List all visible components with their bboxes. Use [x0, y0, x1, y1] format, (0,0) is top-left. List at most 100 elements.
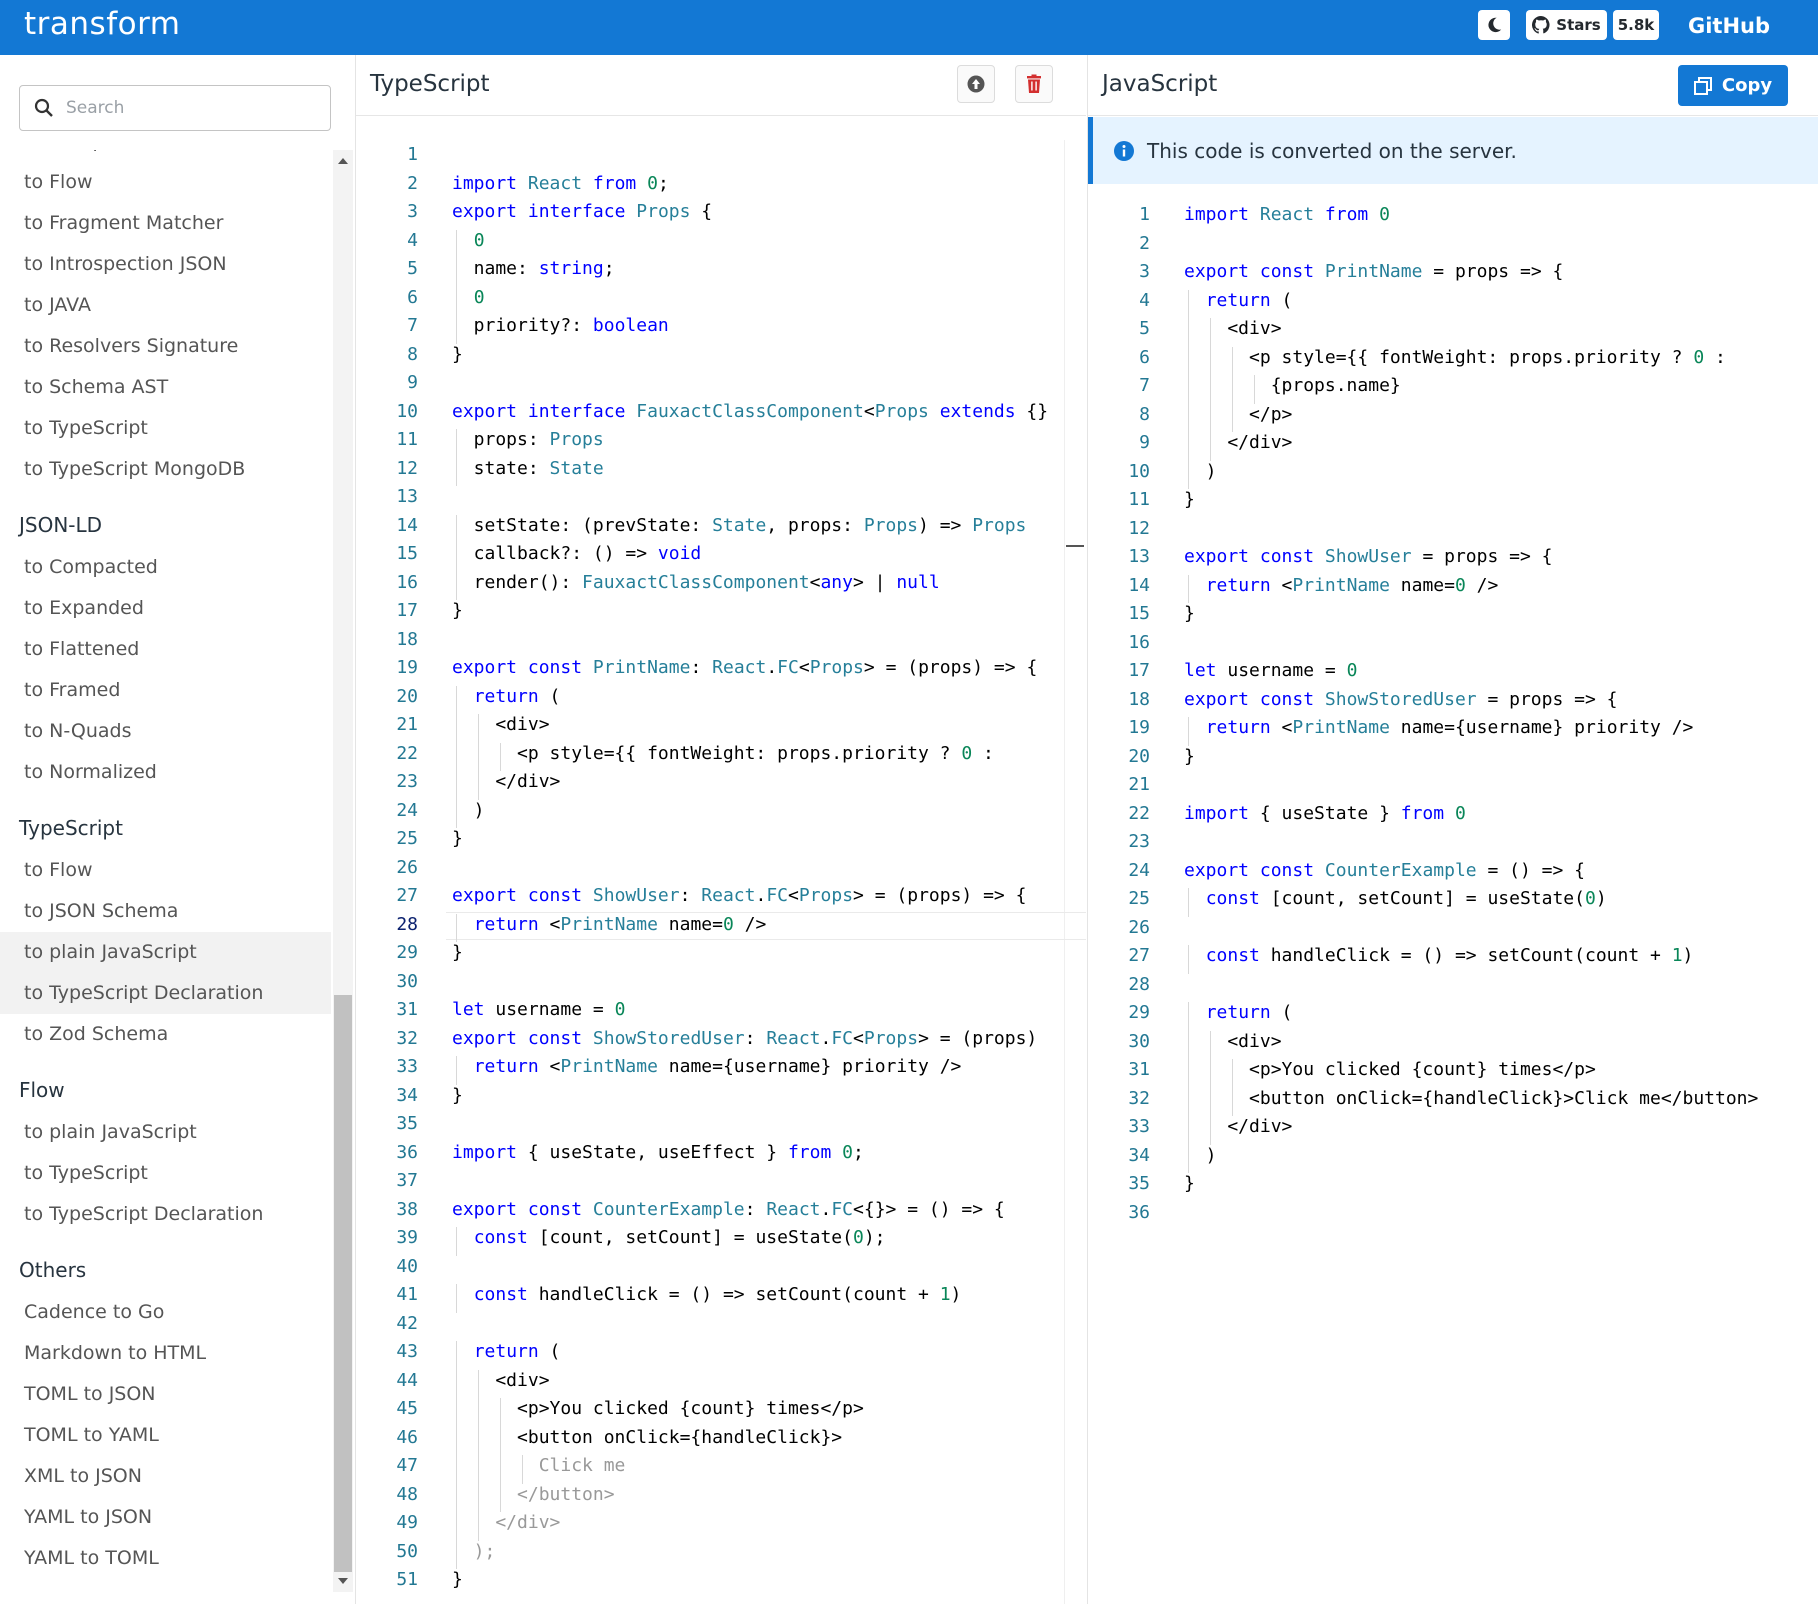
- code-line: <p style={{ fontWeight: props.priority ?…: [452, 743, 994, 764]
- line-number: 21: [356, 714, 418, 735]
- sidebar-item[interactable]: to N-Quads: [0, 711, 331, 752]
- code-line: const [count, setCount] = useState(0);: [452, 1227, 886, 1248]
- code-line: const [count, setCount] = useState(0): [1184, 888, 1607, 909]
- sidebar-item[interactable]: to Schema AST: [0, 367, 331, 408]
- line-number: 51: [356, 1569, 418, 1590]
- code-line: }: [1184, 603, 1195, 624]
- scroll-up-icon[interactable]: [333, 154, 353, 168]
- sidebar-item[interactable]: Cadence to Go: [0, 1292, 331, 1333]
- sidebar-item[interactable]: to Fragment Matcher: [0, 203, 331, 244]
- code-line: <p style={{ fontWeight: props.priority ?…: [1184, 347, 1726, 368]
- line-number: 9: [1088, 432, 1150, 453]
- line-number: 10: [356, 401, 418, 422]
- sidebar-nav: to Components to Flow to Fragment Matche…: [0, 150, 331, 1592]
- sidebar-group-title: TypeScript: [0, 793, 331, 850]
- line-number: 3: [356, 201, 418, 222]
- clear-button[interactable]: [1015, 65, 1053, 103]
- sidebar-item[interactable]: to TypeScript: [0, 1153, 331, 1194]
- code-line: </button>: [452, 1484, 615, 1505]
- sidebar-item[interactable]: YAML to JSON: [0, 1497, 331, 1538]
- sidebar-item[interactable]: to Zod Schema: [0, 1014, 331, 1055]
- sidebar-item[interactable]: to TypeScript: [0, 408, 331, 449]
- sidebar-item[interactable]: to Expanded: [0, 588, 331, 629]
- sidebar-item[interactable]: to TypeScript Declaration: [0, 1194, 331, 1235]
- scroll-down-icon[interactable]: [333, 1574, 353, 1588]
- indent-guide: [456, 1284, 457, 1313]
- sidebar-item[interactable]: to Resolvers Signature: [0, 326, 331, 367]
- sidebar-item[interactable]: TOML to JSON: [0, 1374, 331, 1415]
- sidebar-item[interactable]: YAML to TOML: [0, 1538, 331, 1579]
- line-number: 14: [356, 515, 418, 536]
- code-line: </div>: [452, 771, 560, 792]
- sidebar-item[interactable]: to plain JavaScript: [0, 1112, 331, 1153]
- sidebar-item[interactable]: to Normalized: [0, 752, 331, 793]
- line-number: 14: [1088, 575, 1150, 596]
- code-line: return (: [1184, 1002, 1292, 1023]
- copy-button[interactable]: Copy: [1678, 65, 1788, 106]
- search-input[interactable]: Search: [19, 85, 331, 131]
- indent-guide: [500, 1455, 501, 1484]
- app-logo[interactable]: transform: [24, 6, 180, 42]
- sidebar-item[interactable]: TOML to YAML: [0, 1415, 331, 1456]
- notice-text: This code is converted on the server.: [1147, 139, 1517, 163]
- code-line: let username = 0: [1184, 660, 1357, 681]
- indent-guide: [1188, 1088, 1189, 1117]
- code-line: }: [452, 600, 463, 621]
- copy-label: Copy: [1722, 75, 1772, 96]
- typescript-editor[interactable]: 1 2 import React from 0; 3 export interfac…: [356, 140, 1086, 1604]
- code-line: priority?: boolean: [452, 315, 669, 336]
- stars-count-badge[interactable]: 5.8k: [1613, 10, 1659, 40]
- sidebar-item-hover[interactable]: to TypeScript Declaration: [0, 973, 331, 1014]
- code-line: export const ShowStoredUser = props => {: [1184, 689, 1618, 710]
- code-line: state: State: [452, 458, 604, 479]
- line-number: 3: [1088, 261, 1150, 282]
- line-number: 31: [1088, 1059, 1150, 1080]
- line-number: 27: [1088, 945, 1150, 966]
- indent-guide: [478, 1512, 479, 1541]
- code-line: return <PrintName name={username} priori…: [452, 1056, 961, 1077]
- indent-guide: [1188, 1031, 1189, 1060]
- indent-guide: [456, 1370, 457, 1399]
- line-number: 22: [1088, 803, 1150, 824]
- scrollbar-thumb[interactable]: [334, 995, 352, 1572]
- indent-guide: [1188, 945, 1189, 974]
- line-number: 26: [1088, 917, 1150, 938]
- sidebar-item[interactable]: Markdown to HTML: [0, 1333, 331, 1374]
- indent-guide: [500, 1427, 501, 1456]
- line-number: 8: [356, 344, 418, 365]
- indent-guide: [1188, 1145, 1189, 1174]
- line-number: 15: [356, 543, 418, 564]
- javascript-output-editor[interactable]: 1 import React from 0 2 3 export const Pri…: [1088, 200, 1818, 1604]
- sidebar-item[interactable]: to Framed: [0, 670, 331, 711]
- code-line: export interface FauxactClassComponent<P…: [452, 401, 1048, 422]
- sidebar-item[interactable]: to Flow: [0, 162, 331, 203]
- sidebar-item[interactable]: to Components: [0, 150, 331, 162]
- line-number: 7: [356, 315, 418, 336]
- dark-mode-button[interactable]: [1478, 10, 1510, 40]
- typescript-pane: TypeScript 1 2 import React from 0; 3 expo…: [356, 55, 1086, 1604]
- line-number: 18: [1088, 689, 1150, 710]
- github-link[interactable]: GitHub: [1688, 14, 1770, 38]
- sidebar-item-active[interactable]: to plain JavaScript: [0, 932, 331, 973]
- sidebar-item[interactable]: to Introspection JSON: [0, 244, 331, 285]
- sidebar-item[interactable]: to Flattened: [0, 629, 331, 670]
- sidebar-scrollbar[interactable]: [333, 150, 353, 1592]
- indent-guide: [456, 1227, 457, 1256]
- indent-guide: [456, 686, 457, 715]
- sidebar-item[interactable]: XML to JSON: [0, 1456, 331, 1497]
- sidebar-item[interactable]: to TypeScript MongoDB: [0, 449, 331, 490]
- indent-guide: [478, 714, 479, 743]
- line-number: 46: [356, 1427, 418, 1448]
- sidebar-item[interactable]: to JSON Schema: [0, 891, 331, 932]
- sidebar-item[interactable]: to JAVA: [0, 285, 331, 326]
- code-line: </div>: [1184, 432, 1292, 453]
- sidebar-item[interactable]: to Compacted: [0, 547, 331, 588]
- line-number: 43: [356, 1341, 418, 1362]
- github-stars-button[interactable]: Stars: [1526, 10, 1607, 40]
- upload-button[interactable]: [957, 65, 995, 103]
- sidebar-group-title: JSON-LD: [0, 490, 331, 547]
- indent-guide: [456, 714, 457, 743]
- indent-guide: [456, 743, 457, 772]
- indent-guide: [456, 1056, 457, 1085]
- sidebar-item[interactable]: to Flow: [0, 850, 331, 891]
